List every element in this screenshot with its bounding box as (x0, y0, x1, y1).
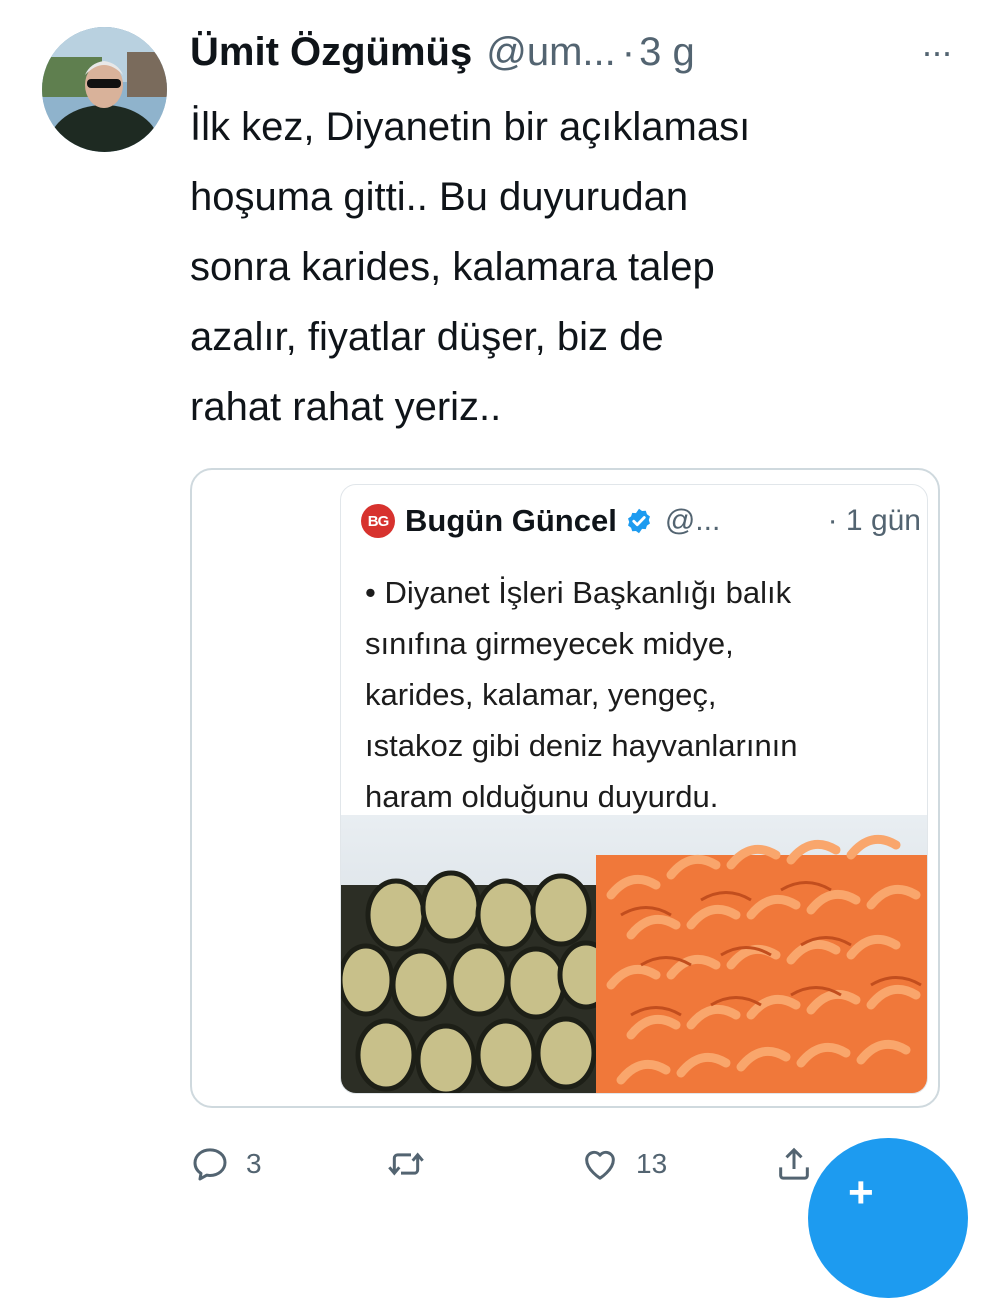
quoted-author-name: Bugün Güncel (405, 503, 617, 538)
quoted-tweet-text: • Diyanet İşleri Başkanlığı balık sınıfı… (365, 575, 798, 814)
tweet-time[interactable]: 3 g (639, 30, 695, 75)
author-name[interactable]: Ümit Özgümüş (190, 30, 472, 75)
reply-button[interactable]: 3 (190, 1138, 262, 1190)
separator: · (621, 29, 636, 74)
reply-icon (193, 1148, 227, 1181)
quoted-media-card[interactable]: BG Bugün Güncel @... · 1 gün • Diyanet İ… (190, 468, 940, 1108)
retweet-icon (388, 1152, 424, 1176)
reply-count: 3 (246, 1148, 262, 1179)
retweet-button[interactable] (386, 1138, 442, 1190)
quoted-author-handle: @... (664, 504, 721, 537)
like-button[interactable]: 13 (580, 1138, 667, 1190)
tweet-header: Ümit Özgümüş @um... · 3 g ··· (190, 22, 965, 82)
avatar[interactable] (42, 27, 167, 152)
author-handle[interactable]: @um... (486, 30, 616, 75)
compose-icon: + (848, 1168, 874, 1217)
share-icon (779, 1147, 809, 1180)
heart-icon (585, 1150, 615, 1180)
more-options-icon[interactable]: ··· (921, 31, 965, 73)
avatar-photo (42, 27, 167, 152)
tweet-text: İlk kez, Diyanetin bir açıklaması hoşuma… (190, 105, 751, 429)
seafood-photo (341, 815, 927, 1093)
quoted-tweet-header: BG Bugün Güncel @... · 1 gün (361, 499, 921, 543)
share-button[interactable] (774, 1138, 814, 1190)
verified-badge-icon (627, 508, 650, 534)
compose-button[interactable]: + (808, 1138, 968, 1298)
bg-logo-icon: BG (361, 504, 395, 538)
like-count: 13 (636, 1148, 668, 1179)
quoted-tweet[interactable]: BG Bugün Güncel @... · 1 gün • Diyanet İ… (340, 484, 928, 1094)
quoted-time: · 1 gün (827, 504, 921, 537)
